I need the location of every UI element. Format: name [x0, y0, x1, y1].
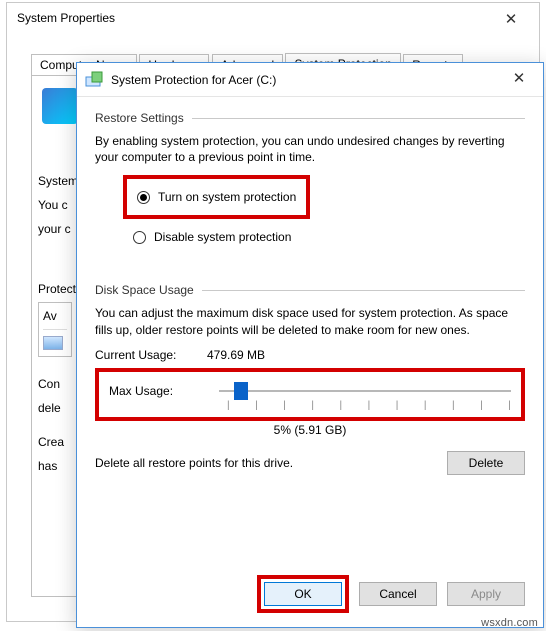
close-icon[interactable]: ✕: [493, 11, 529, 31]
current-usage-value: 479.69 MB: [207, 348, 265, 362]
radio-disable[interactable]: Disable system protection: [133, 225, 525, 249]
restore-settings-heading: Restore Settings: [95, 111, 525, 125]
dialog-titlebar: System Protection for Acer (C:) ✕: [77, 63, 543, 97]
radio-label: Disable system protection: [154, 230, 291, 244]
max-usage-label: Max Usage:: [109, 384, 213, 398]
highlight-turn-on: Turn on system protection: [123, 175, 310, 219]
radio-label: Turn on system protection: [158, 190, 296, 204]
dialog-title: System Protection for Acer (C:): [111, 73, 499, 87]
apply-button[interactable]: Apply: [447, 582, 525, 606]
max-usage-percent: 5% (5.91 GB): [95, 423, 525, 437]
max-usage-slider[interactable]: [219, 390, 511, 392]
disk-description: You can adjust the maximum disk space us…: [95, 305, 525, 337]
close-icon[interactable]: ✕: [499, 66, 539, 94]
radio-turn-on[interactable]: Turn on system protection: [137, 185, 296, 209]
highlight-max-usage: Max Usage: |||||||||||: [95, 368, 525, 421]
radio-icon: [133, 231, 146, 244]
back-text: Av: [43, 309, 67, 323]
cancel-button[interactable]: Cancel: [359, 582, 437, 606]
system-protection-dialog: System Protection for Acer (C:) ✕ Restor…: [76, 62, 544, 628]
watermark: wsxdn.com: [481, 617, 538, 629]
disk-space-heading: Disk Space Usage: [95, 283, 525, 297]
delete-description: Delete all restore points for this drive…: [95, 456, 293, 470]
current-usage-label: Current Usage:: [95, 348, 207, 362]
highlight-ok: OK: [257, 575, 349, 613]
radio-icon: [137, 191, 150, 204]
ok-button[interactable]: OK: [264, 582, 342, 606]
slider-ticks: |||||||||||: [227, 400, 511, 411]
restore-description: By enabling system protection, you can u…: [95, 133, 525, 165]
shield-icon: [42, 88, 78, 124]
window-title: System Properties: [17, 11, 115, 31]
drive-protection-icon: [85, 71, 103, 89]
slider-thumb[interactable]: [234, 382, 248, 400]
delete-button[interactable]: Delete: [447, 451, 525, 475]
drive-icon: [43, 336, 63, 350]
